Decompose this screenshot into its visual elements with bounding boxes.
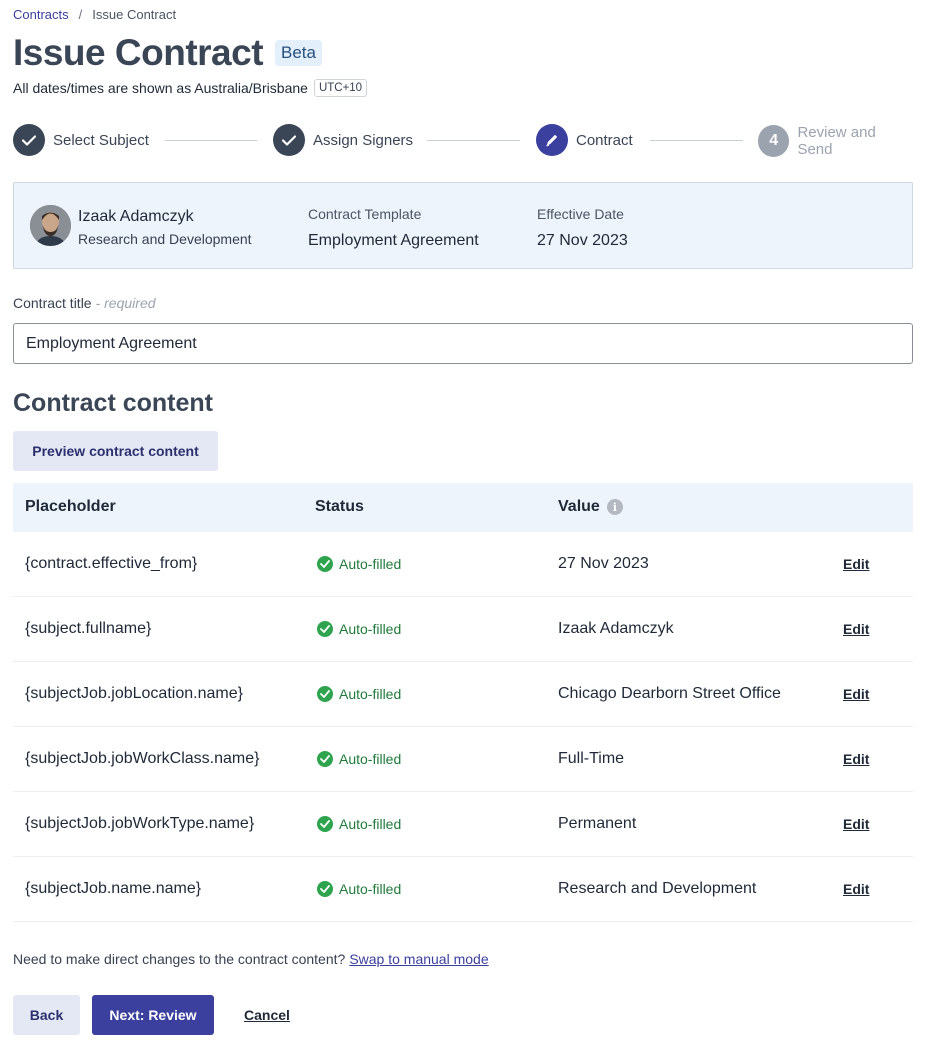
info-icon[interactable]: i: [606, 499, 623, 515]
status-text: Auto-filled: [339, 686, 402, 702]
placeholder-cell: {subject.fullname}: [25, 620, 152, 637]
value-cell: 27 Nov 2023: [558, 555, 649, 572]
manual-mode-notice: Need to make direct changes to the contr…: [13, 951, 489, 967]
status-cell: Auto-filled: [317, 556, 401, 572]
table-row: {contract.effective_from} Auto-filled 27…: [13, 532, 913, 597]
table-header: Placeholder Status Value i: [13, 483, 913, 532]
step-review-send: 4 Review and Send: [758, 124, 913, 158]
swap-manual-mode-link[interactable]: Swap to manual mode: [349, 951, 488, 967]
contract-title-label-text: Contract title: [13, 295, 92, 311]
table-row: {subjectJob.name.name} Auto-filled Resea…: [13, 857, 913, 922]
timezone-offset-badge: UTC+10: [313, 79, 368, 97]
stepper-connector: [427, 140, 520, 141]
page-title: Issue Contract: [13, 32, 264, 73]
edit-link[interactable]: Edit: [843, 881, 869, 897]
status-cell: Auto-filled: [317, 751, 401, 767]
title-row: Issue Contract Beta: [13, 32, 322, 74]
status-column-header: Status: [315, 498, 364, 515]
back-button[interactable]: Back: [13, 995, 80, 1035]
required-hint: - required: [95, 295, 156, 311]
check-circle-icon: [317, 881, 333, 897]
step-label: Review and Send: [797, 124, 876, 158]
status-text: Auto-filled: [339, 881, 402, 897]
effective-date-value: 27 Nov 2023: [537, 232, 628, 249]
check-icon: [273, 124, 305, 156]
stepper: Select Subject Assign Signers Contract 4…: [13, 124, 913, 158]
table-row: {subjectJob.jobWorkType.name} Auto-fille…: [13, 792, 913, 857]
timezone-notice: All dates/times are shown as Australia/B…: [13, 79, 368, 97]
value-header-text: Value: [558, 498, 600, 515]
check-circle-icon: [317, 621, 333, 637]
subject-name: Izaak Adamczyk: [78, 208, 194, 225]
contract-template-label: Contract Template: [308, 206, 422, 222]
effective-date-label: Effective Date: [537, 206, 624, 222]
placeholder-column-header: Placeholder: [25, 498, 116, 515]
value-cell: Full-Time: [558, 750, 625, 767]
edit-link[interactable]: Edit: [843, 686, 869, 702]
status-text: Auto-filled: [339, 751, 402, 767]
step-label: Assign Signers: [313, 131, 414, 149]
status-cell: Auto-filled: [317, 816, 401, 832]
table-row: {subjectJob.jobWorkClass.name} Auto-fill…: [13, 727, 913, 792]
placeholder-table: Placeholder Status Value i {contract.eff…: [13, 483, 913, 922]
value-column-header: Value i: [558, 498, 623, 516]
avatar: [30, 205, 71, 246]
placeholder-cell: {subjectJob.name.name}: [25, 880, 202, 897]
edit-link[interactable]: Edit: [843, 751, 869, 767]
edit-link[interactable]: Edit: [843, 816, 869, 832]
beta-badge: Beta: [275, 40, 322, 66]
check-circle-icon: [317, 556, 333, 572]
status-cell: Auto-filled: [317, 686, 401, 702]
value-cell: Chicago Dearborn Street Office: [558, 685, 781, 702]
breadcrumb: Contracts / Issue Contract: [13, 7, 176, 22]
placeholder-cell: {subjectJob.jobWorkClass.name}: [25, 750, 260, 767]
contract-content-heading: Contract content: [13, 389, 213, 417]
value-cell: Research and Development: [558, 880, 757, 897]
subject-summary-card: Izaak Adamczyk Research and Development …: [13, 182, 913, 269]
check-circle-icon: [317, 751, 333, 767]
stepper-connector: [650, 140, 743, 141]
step-label: Select Subject: [53, 131, 149, 149]
step-label: Contract: [576, 131, 633, 149]
table-row: {subjectJob.jobLocation.name} Auto-fille…: [13, 662, 913, 727]
status-text: Auto-filled: [339, 816, 402, 832]
status-cell: Auto-filled: [317, 621, 401, 637]
placeholder-cell: {subjectJob.jobLocation.name}: [25, 685, 243, 702]
manual-mode-text: Need to make direct changes to the contr…: [13, 951, 346, 967]
edit-link[interactable]: Edit: [843, 556, 869, 572]
step-contract: Contract: [536, 124, 633, 156]
contract-template-value: Employment Agreement: [308, 232, 479, 249]
contract-title-input[interactable]: [13, 323, 913, 364]
status-text: Auto-filled: [339, 556, 402, 572]
next-review-button[interactable]: Next: Review: [92, 995, 214, 1035]
status-cell: Auto-filled: [317, 881, 401, 897]
subject-department: Research and Development: [78, 231, 252, 247]
preview-contract-button[interactable]: Preview contract content: [13, 431, 218, 471]
step-assign-signers[interactable]: Assign Signers: [273, 124, 413, 156]
timezone-text: All dates/times are shown as Australia/B…: [13, 80, 308, 96]
breadcrumb-current: Issue Contract: [92, 7, 177, 22]
placeholder-cell: {subjectJob.jobWorkType.name}: [25, 815, 255, 832]
step-number: 4: [758, 125, 790, 157]
edit-link[interactable]: Edit: [843, 621, 869, 637]
step-select-subject[interactable]: Select Subject: [13, 124, 149, 156]
cancel-button[interactable]: Cancel: [235, 995, 299, 1035]
check-circle-icon: [317, 686, 333, 702]
check-icon: [13, 124, 45, 156]
breadcrumb-separator: /: [78, 7, 83, 22]
status-text: Auto-filled: [339, 621, 402, 637]
breadcrumb-contracts-link[interactable]: Contracts: [13, 7, 69, 22]
table-row: {subject.fullname} Auto-filled Izaak Ada…: [13, 597, 913, 662]
contract-title-label: Contract title - required: [13, 295, 156, 311]
value-cell: Izaak Adamczyk: [558, 620, 674, 637]
placeholder-cell: {contract.effective_from}: [25, 555, 198, 572]
check-circle-icon: [317, 816, 333, 832]
pencil-icon: [536, 124, 568, 156]
stepper-connector: [165, 140, 257, 141]
value-cell: Permanent: [558, 815, 637, 832]
